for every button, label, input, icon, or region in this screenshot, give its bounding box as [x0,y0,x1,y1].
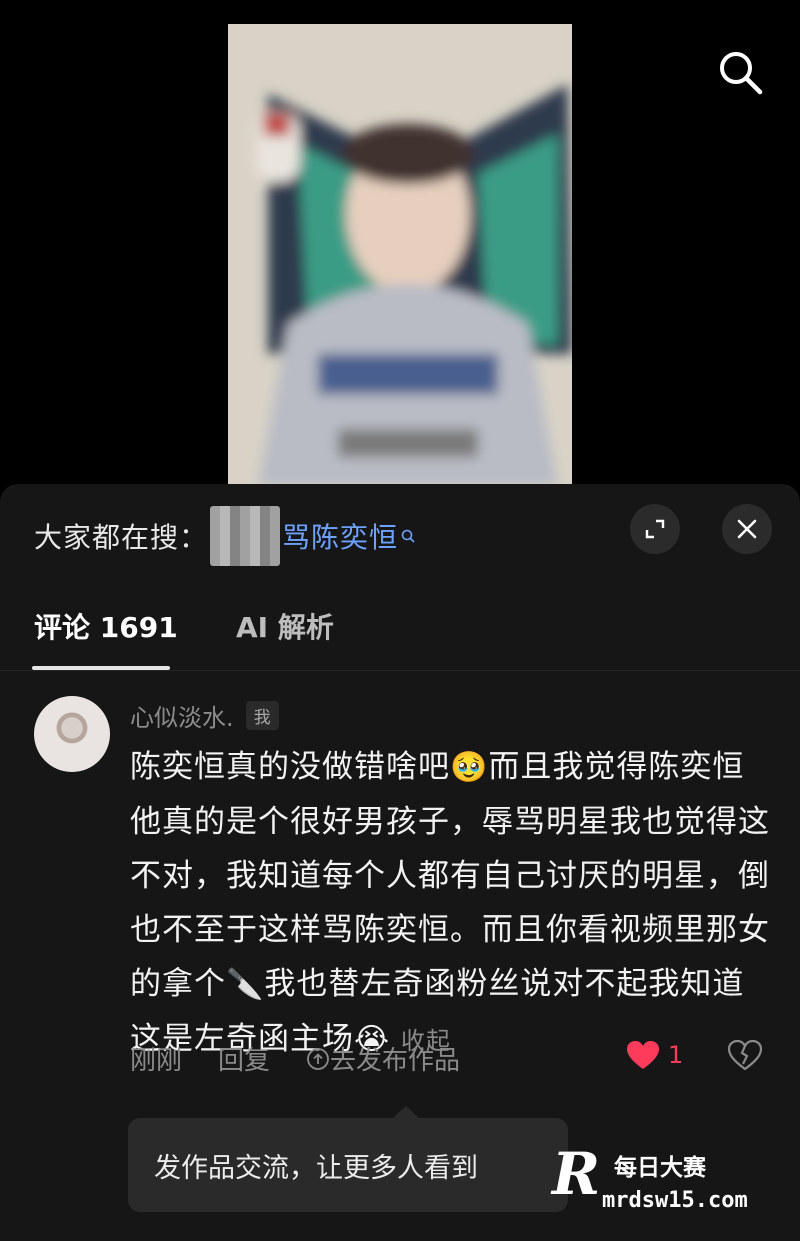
search-icon [720,52,763,95]
video-area[interactable] [0,0,800,486]
expand-icon [645,519,665,539]
search-small-icon [401,529,415,543]
dislike-button[interactable] [727,1039,763,1074]
video-player[interactable] [228,24,572,486]
reply-button[interactable]: 回复 [218,1040,270,1077]
comment-actions: 刚刚 回复 去发布作品 [130,1040,460,1077]
broken-heart-icon [727,1039,763,1071]
avatar[interactable] [34,696,110,772]
publish-work-button[interactable]: 去发布作品 [306,1040,460,1077]
trending-search-label: 大家都在搜： [34,521,209,554]
like-count: 1 [668,1041,684,1069]
close-icon [737,519,757,539]
comment-time: 刚刚 [130,1046,183,1076]
redacted-text [210,506,281,566]
watermark-title: 每日大赛 [614,1155,706,1181]
heart-icon [627,1041,659,1069]
comment-tabs: 评论 1691 AI 解析 [0,596,800,668]
tab-ai-analysis[interactable]: AI 解析 [236,596,334,660]
upload-icon [307,1047,329,1070]
video-frame-image [228,24,572,486]
expand-button[interactable] [630,504,680,554]
watermark-url: mrdsw15.com [602,1188,748,1213]
me-badge: 我 [245,701,279,730]
username[interactable]: 心似淡水. [130,698,234,733]
publish-tooltip: 发作品交流，让更多人看到 [128,1118,568,1212]
like-button[interactable]: 1 [626,1040,683,1070]
divider [0,670,800,671]
watermark-logo: R 每日大赛 mrdsw15.com [548,1104,798,1224]
pleading-emoji: 🥹 [450,750,489,785]
close-button[interactable] [722,504,772,554]
comment-text-part: 而且我觉得陈奕恒他真的是个很好男孩子，辱骂明星我也觉得这不对，我知道每个人都有自… [130,749,770,1002]
tab-comments[interactable]: 评论 1691 [34,596,178,660]
comments-sheet: 大家都在搜： 骂陈奕恒 评论 1691 AI 解析 心似淡水. 我 陈奕恒真的没 [0,484,800,1241]
watermark-r-icon: R [552,1140,601,1208]
comment-text: 陈奕恒真的没做错啥吧🥹而且我觉得陈奕恒他真的是个很好男孩子，辱骂明星我也觉得这不… [130,740,770,1068]
search-button[interactable] [712,44,768,100]
comment-text-part: 陈奕恒真的没做错啥吧 [130,749,450,785]
comment-header: 心似淡水. 我 [130,698,279,733]
trending-search-link[interactable]: 骂陈奕恒 [282,516,398,556]
trending-search[interactable]: 大家都在搜： 骂陈奕恒 [34,506,416,566]
knife-emoji: 🔪 [226,967,265,1002]
tooltip-text: 发作品交流，让更多人看到 [154,1152,478,1184]
publish-work-label: 去发布作品 [330,1046,461,1076]
